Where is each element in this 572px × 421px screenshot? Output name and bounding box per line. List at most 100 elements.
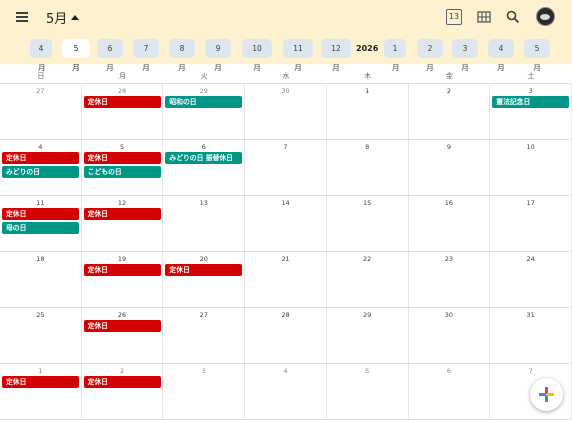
event-chip[interactable]: 定休日 (83, 320, 161, 332)
day-cell[interactable]: 8 (327, 140, 409, 195)
day-cell[interactable]: 15 (327, 196, 409, 251)
day-number: 3 (528, 87, 533, 95)
day-cell[interactable]: 3 憲法記念日 (490, 84, 572, 139)
day-cell[interactable]: 26 定休日 (82, 308, 164, 363)
day-cell[interactable]: 2 (409, 84, 491, 139)
event-chip[interactable]: 定休日 (2, 208, 79, 220)
month-chip[interactable]: 5月 (62, 39, 90, 72)
event-chip[interactable]: 昭和の日 (165, 96, 243, 108)
day-cell[interactable]: 3 (163, 364, 246, 419)
day-cell[interactable]: 14 (245, 196, 327, 251)
day-cell[interactable]: 18 (0, 252, 82, 307)
event-chip[interactable]: 憲法記念日 (492, 96, 570, 108)
day-cell[interactable]: 23 (409, 252, 491, 307)
week-row: 1 定休日 2 定休日 3 4 5 6 7 (0, 364, 572, 420)
event-chip[interactable]: 定休日 (2, 152, 79, 164)
year-label: 2026 (356, 44, 379, 53)
month-chip[interactable]: 4月 (30, 39, 52, 72)
day-cell[interactable]: 4 (245, 364, 327, 419)
month-chip[interactable]: 7月 (133, 39, 159, 72)
event-chip[interactable]: みどりの日 振替休日 (165, 152, 243, 164)
day-number: 24 (526, 255, 535, 263)
day-cell[interactable]: 6 みどりの日 振替休日 (163, 140, 246, 195)
day-cell[interactable]: 30 (245, 84, 327, 139)
avatar[interactable] (536, 7, 555, 26)
search-icon[interactable] (505, 9, 521, 25)
event-chip[interactable]: こどもの日 (83, 165, 161, 178)
day-number: 7 (528, 367, 533, 375)
day-cell[interactable]: 1 (327, 84, 409, 139)
day-cell[interactable]: 19 定休日 (82, 252, 164, 307)
day-number: 30 (281, 87, 290, 95)
day-cell[interactable]: 11 定休日 母の日 (0, 196, 82, 251)
event-chip[interactable]: 定休日 (83, 96, 161, 108)
day-cell[interactable]: 28 定休日 (82, 84, 164, 139)
month-chip[interactable]: 8月 (169, 39, 195, 72)
create-event-button[interactable] (530, 378, 563, 411)
event-chip[interactable]: 定休日 (165, 264, 243, 276)
day-cell[interactable]: 22 (327, 252, 409, 307)
month-chip[interactable]: 6月 (97, 39, 123, 72)
day-cell[interactable]: 5 (327, 364, 409, 419)
day-cell[interactable]: 29 昭和の日 (163, 84, 246, 139)
event-chip[interactable]: 定休日 (2, 376, 79, 388)
day-number: 27 (36, 87, 45, 95)
caret-up-icon (71, 15, 80, 20)
event-chip[interactable]: 定休日 (83, 264, 161, 276)
month-chip[interactable]: 1月 (384, 39, 406, 72)
month-chip[interactable]: 2月 (417, 39, 443, 72)
day-cell[interactable]: 4 定休日 みどりの日 (0, 140, 82, 195)
day-cell[interactable]: 17 (490, 196, 572, 251)
day-number: 2 (119, 367, 125, 375)
day-cell[interactable]: 28 (245, 308, 327, 363)
day-number: 11 (36, 199, 45, 207)
day-number: 13 (199, 199, 208, 207)
event-chip[interactable]: 定休日 (83, 152, 161, 164)
day-cell[interactable]: 12 定休日 (82, 196, 164, 251)
day-cell[interactable]: 2 定休日 (82, 364, 164, 419)
day-cell[interactable]: 29 (327, 308, 409, 363)
day-cell[interactable]: 27 (163, 308, 246, 363)
day-cell[interactable]: 6 (409, 364, 491, 419)
day-number: 6 (201, 143, 206, 151)
month-chip[interactable]: 4月 (488, 39, 514, 72)
day-number: 12 (117, 199, 127, 207)
event-chip[interactable]: みどりの日 (2, 165, 79, 178)
month-chip[interactable]: 12月 (321, 39, 351, 72)
day-cell[interactable]: 30 (409, 308, 491, 363)
day-number: 6 (446, 367, 451, 375)
event-chip[interactable]: 定休日 (83, 376, 161, 388)
day-cell[interactable]: 31 (490, 308, 572, 363)
day-cell[interactable]: 25 (0, 308, 82, 363)
week-row: 4 定休日 みどりの日 5 定休日 こどもの日 6 みどりの日 振替休日 7 8 9 10 (0, 140, 572, 196)
menu-icon[interactable] (14, 9, 34, 25)
calendar-day-icon[interactable]: 13 (446, 9, 462, 25)
month-selector[interactable]: 5月 (46, 8, 80, 27)
weekday-label: 土 (527, 72, 535, 80)
month-chip[interactable]: 9月 (205, 39, 231, 72)
grid-view-icon[interactable] (476, 9, 492, 25)
day-cell[interactable]: 5 定休日 こどもの日 (82, 140, 164, 195)
weekday-label: 火 (200, 72, 208, 80)
day-cell[interactable]: 27 (0, 84, 82, 139)
month-chip[interactable]: 11月 (283, 39, 313, 72)
event-chip[interactable]: 定休日 (83, 208, 161, 220)
weekday-label: 金 (445, 72, 453, 80)
day-cell[interactable]: 1 定休日 (0, 364, 82, 419)
day-cell[interactable]: 20 定休日 (163, 252, 246, 307)
day-cell[interactable]: 9 (409, 140, 491, 195)
day-cell[interactable]: 7 (245, 140, 327, 195)
day-cell[interactable]: 16 (409, 196, 491, 251)
month-chip[interactable]: 3月 (452, 39, 478, 72)
weekday-label: 月 (119, 72, 127, 80)
day-number: 29 (363, 311, 372, 319)
event-chip[interactable]: 母の日 (2, 221, 79, 234)
day-number: 25 (36, 311, 45, 319)
month-chip[interactable]: 10月 (242, 39, 272, 72)
day-cell[interactable]: 24 (490, 252, 572, 307)
month-chip[interactable]: 5月 (524, 39, 550, 72)
day-cell[interactable]: 21 (245, 252, 327, 307)
day-cell[interactable]: 10 (490, 140, 572, 195)
day-cell[interactable]: 13 (163, 196, 246, 251)
day-number: 16 (444, 199, 454, 207)
